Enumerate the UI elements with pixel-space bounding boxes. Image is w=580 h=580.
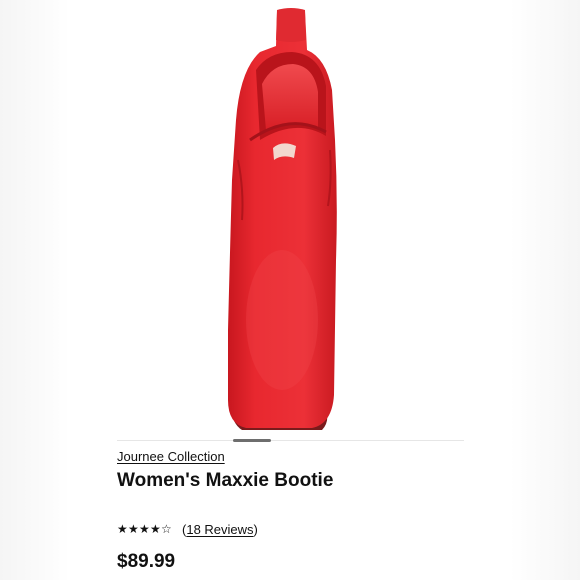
star-full-icon: ★	[139, 522, 151, 536]
background-fade-right	[510, 0, 580, 580]
product-price: $89.99	[117, 551, 176, 572]
reviews-link[interactable]: (18 Reviews)	[182, 522, 258, 537]
star-full-icon: ★	[128, 522, 140, 536]
reviews-close-paren: )	[253, 521, 258, 537]
carousel-active-indicator[interactable]	[233, 439, 271, 442]
product-title: Women's Maxxie Bootie	[117, 470, 334, 491]
product-page: Journee Collection Women's Maxxie Bootie…	[0, 0, 580, 580]
background-fade-left	[0, 0, 70, 580]
product-image-red-suede-bootie[interactable]	[100, 0, 480, 436]
star-rating: ★ ★ ★ ★ ☆	[117, 522, 172, 536]
reviews-count[interactable]: 18 Reviews	[186, 522, 253, 537]
star-full-icon: ★	[117, 522, 129, 536]
rating-row[interactable]: ★ ★ ★ ★ ☆ (18 Reviews)	[117, 520, 258, 538]
brand-link[interactable]: Journee Collection	[117, 449, 225, 464]
image-divider	[117, 440, 464, 441]
star-full-icon: ★	[150, 522, 162, 536]
star-half-icon: ☆	[161, 522, 173, 536]
